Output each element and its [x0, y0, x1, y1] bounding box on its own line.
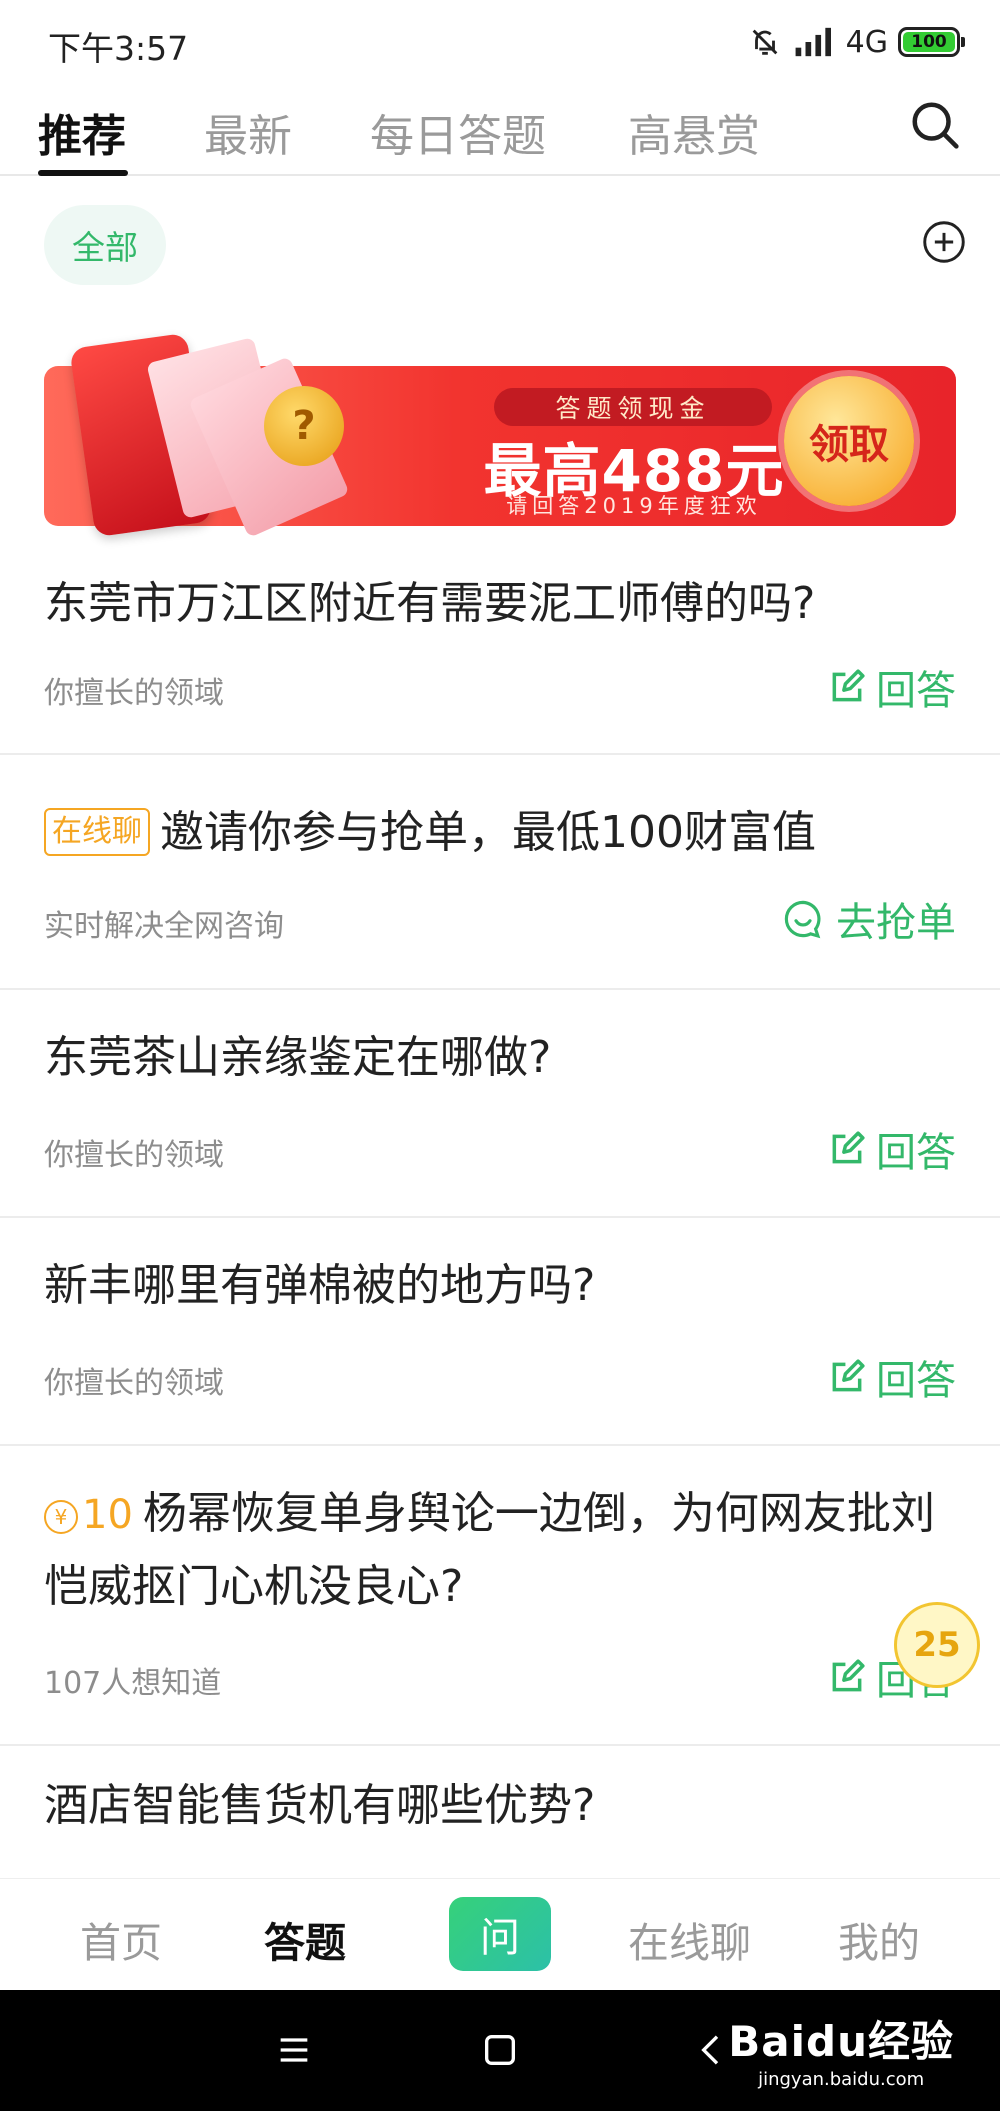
menu-icon[interactable] — [274, 2030, 314, 2070]
answer-button[interactable]: 回答 — [828, 658, 956, 716]
question-title[interactable]: 东莞茶山亲缘鉴定在哪做? — [44, 1022, 944, 1094]
grab-order-label: 去抢单 — [836, 900, 956, 946]
nav-answer[interactable]: 答题 — [264, 1909, 346, 1969]
edit-icon — [832, 1131, 865, 1164]
online-chat-tag: 在线聊 — [44, 808, 150, 856]
list-item-reward[interactable]: ¥10 杨幂恢复单身舆论一边倒，为何网友批刘恺威抠门心机没良心? 107人想知道 … — [0, 1446, 1000, 1746]
question-meta: 实时解决全网咨询 — [44, 909, 284, 944]
status-time: 下午3:57 — [48, 29, 189, 68]
answer-label: 回答 — [876, 668, 956, 714]
watermark-main: Baidu经验 — [728, 2017, 954, 2066]
battery-icon: 100 — [898, 27, 965, 57]
edit-icon — [832, 1359, 865, 1392]
status-icons: 4G 100 — [748, 20, 965, 64]
tab-high-reward[interactable]: 高悬赏 — [628, 100, 760, 164]
nav-home[interactable]: 首页 — [80, 1909, 162, 1969]
question-meta: 你擅长的领域 — [44, 1138, 224, 1173]
home-square-icon[interactable] — [480, 2030, 520, 2070]
status-bar: 下午3:57 4G 100 — [0, 0, 1000, 84]
question-meta: 你擅长的领域 — [44, 676, 224, 711]
question-title[interactable]: 新丰哪里有弹棉被的地方吗? — [44, 1250, 944, 1322]
coin-icon: ? — [264, 386, 344, 466]
question-title[interactable]: 酒店智能售货机有哪些优势? — [44, 1770, 944, 1842]
promo-banner[interactable]: ? 答题领现金 最高488元 请回答2019年度狂欢 领取 — [44, 332, 956, 538]
list-item[interactable]: 东莞茶山亲缘鉴定在哪做? 你擅长的领域 回答 — [0, 990, 1000, 1218]
mute-bell-icon — [752, 29, 777, 55]
ask-button[interactable]: 问 — [449, 1897, 551, 1971]
grab-order-button[interactable]: 去抢单 — [782, 890, 956, 948]
chat-smile-icon — [784, 900, 821, 939]
answer-button[interactable]: 回答 — [828, 1348, 956, 1406]
question-title[interactable]: ¥10 杨幂恢复单身舆论一边倒，为何网友批刘恺威抠门心机没良心? — [44, 1478, 944, 1623]
question-title-text: 邀请你参与抢单，最低100财富值 — [160, 807, 816, 858]
filter-chip-all[interactable]: 全部 — [44, 205, 166, 285]
network-type: 4G — [845, 24, 888, 60]
top-tabs: 推荐 最新 每日答题 高悬赏 — [0, 90, 1000, 176]
question-meta: 你擅长的领域 — [44, 1366, 224, 1401]
banner-pill-label: 答题领现金 — [494, 388, 772, 426]
answer-button[interactable]: 回答 — [828, 1120, 956, 1178]
tab-latest[interactable]: 最新 — [204, 100, 292, 164]
question-title[interactable]: 东莞市万江区附近有需要泥工师傅的吗? — [44, 568, 944, 640]
answer-label: 回答 — [876, 1130, 956, 1176]
battery-level: 100 — [903, 32, 955, 52]
banner-claim-button[interactable]: 领取 — [784, 376, 914, 506]
question-title[interactable]: 在线聊 邀请你参与抢单，最低100财富值 — [44, 797, 944, 869]
list-item-online-chat[interactable]: 在线聊 邀请你参与抢单，最低100财富值 实时解决全网咨询 去抢单 — [0, 755, 1000, 990]
list-item[interactable]: 酒店智能售货机有哪些优势? — [0, 1746, 1000, 1878]
list-item[interactable]: 新丰哪里有弹棉被的地方吗? 你擅长的领域 回答 — [0, 1218, 1000, 1446]
active-tab-indicator — [38, 170, 128, 176]
tab-daily-quiz[interactable]: 每日答题 — [370, 100, 546, 164]
watermark-sub: jingyan.baidu.com — [758, 2069, 925, 2090]
edit-icon — [832, 1659, 865, 1692]
question-title-text: 杨幂恢复单身舆论一边倒，为何网友批刘恺威抠门心机没良心? — [44, 1488, 935, 1612]
banner-subtitle: 请回答2019年度狂欢 — [506, 494, 762, 518]
baidu-jingyan-watermark: Baidu经验 jingyan.baidu.com — [728, 2008, 954, 2090]
tab-recommend[interactable]: 推荐 — [38, 100, 126, 164]
question-meta: 107人想知道 — [44, 1666, 222, 1701]
nav-mine[interactable]: 我的 — [838, 1909, 920, 1969]
nav-online-chat[interactable]: 在线聊 — [628, 1909, 751, 1969]
search-icon[interactable] — [908, 98, 962, 152]
list-item[interactable]: 东莞市万江区附近有需要泥工师傅的吗? 你擅长的领域 回答 — [0, 550, 1000, 755]
bottom-nav: 首页 答题 问 在线聊 我的 — [0, 1878, 1000, 1990]
system-nav-bar: Baidu经验 jingyan.baidu.com — [0, 1990, 1000, 2111]
signal-icon — [795, 27, 831, 57]
floating-count-badge[interactable]: 25 — [894, 1602, 980, 1688]
yen-coin-icon: ¥ — [44, 1500, 78, 1534]
add-circle-icon[interactable] — [922, 220, 966, 264]
back-icon[interactable] — [692, 2030, 732, 2070]
edit-icon — [832, 669, 865, 702]
answer-label: 回答 — [876, 1358, 956, 1404]
reward-amount: 10 — [82, 1492, 133, 1538]
